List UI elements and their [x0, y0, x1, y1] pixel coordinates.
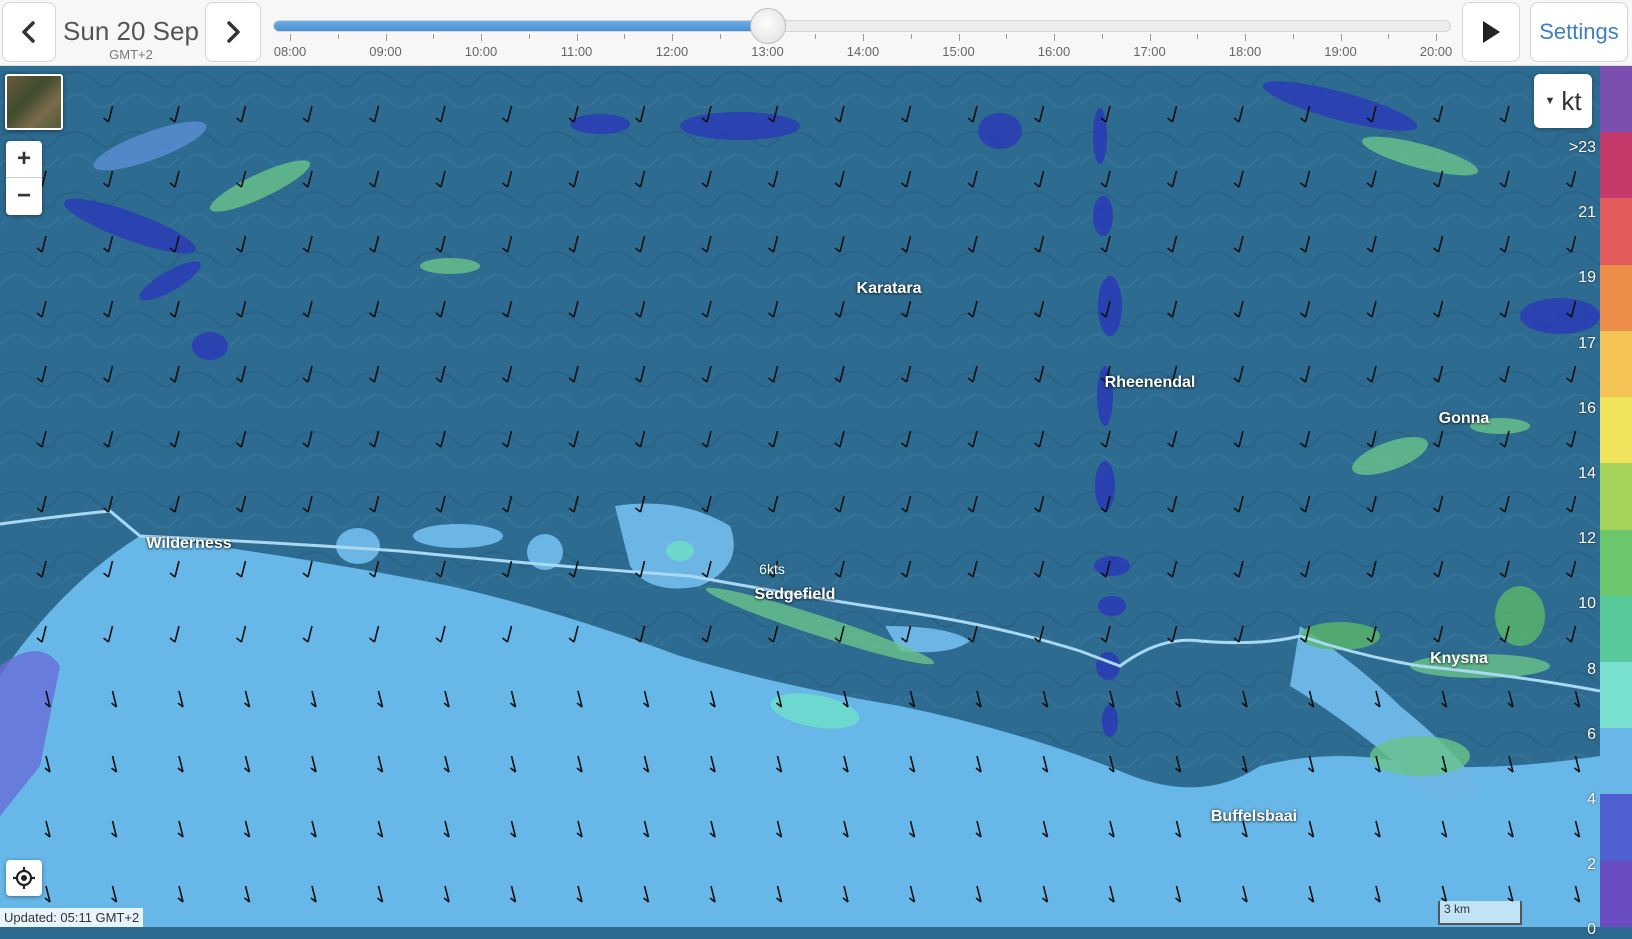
scale-bar: 3 km	[1438, 901, 1522, 925]
map-canvas[interactable]	[0, 66, 1600, 927]
timeline-hour-tick	[481, 34, 482, 41]
caret-down-icon: ▼	[1544, 95, 1556, 107]
legend-color-band	[1600, 397, 1632, 464]
timeline-hour-label[interactable]: 13:00	[751, 44, 784, 59]
wind-speed-readout: 6kts	[759, 561, 785, 577]
chevron-right-icon	[227, 21, 240, 43]
legend-value-label: 19	[1578, 269, 1596, 287]
legend-value-label: >23	[1568, 139, 1596, 156]
legend-color-band	[1600, 330, 1632, 398]
timeline-hour-label[interactable]: 11:00	[561, 44, 593, 59]
timeline-hour-label[interactable]: 14:00	[847, 44, 880, 59]
chevron-left-icon	[22, 21, 35, 43]
timeline-hour-label[interactable]: 17:00	[1133, 44, 1166, 59]
timeline-hour-tick	[576, 34, 578, 41]
legend-value-label: 4	[1587, 791, 1596, 808]
timeline-hour-tick	[290, 34, 291, 41]
legend-value-label: 21	[1578, 204, 1596, 222]
timeline-half-tick	[1388, 34, 1390, 39]
legend-color-band	[1600, 132, 1632, 199]
crosshair-icon	[13, 867, 35, 889]
legend-value-label: 8	[1587, 660, 1596, 678]
timeline-hour-tick	[1149, 34, 1151, 41]
place-label-wilderness: Wilderness	[146, 535, 232, 552]
place-label-knysna: Knysna	[1430, 650, 1488, 667]
legend-color-band	[1600, 529, 1632, 596]
legend-color-band	[1600, 463, 1632, 530]
date-label: Sun 20 Sep	[63, 16, 199, 46]
timeline-hour-tick	[1245, 34, 1246, 41]
timeline-half-tick	[337, 34, 339, 39]
timeline-progress	[274, 21, 769, 31]
settings-button[interactable]: Settings	[1530, 2, 1628, 62]
legend-value-label: 14	[1578, 465, 1596, 482]
legend-value-label: 2	[1587, 856, 1596, 874]
zoom-control: + −	[6, 141, 42, 215]
timeline-hour-label[interactable]: 20:00	[1420, 44, 1453, 59]
timeline-track[interactable]	[273, 20, 1451, 32]
legend-color-band	[1600, 595, 1632, 662]
timeline-hour-label[interactable]: 16:00	[1038, 44, 1071, 59]
timeline-half-tick	[910, 34, 912, 39]
timeline-half-tick	[1101, 34, 1103, 39]
place-label-gonna: Gonna	[1438, 410, 1490, 427]
legend-color-band	[1600, 198, 1632, 265]
timeline-hour-tick	[1054, 34, 1055, 41]
unit-selector[interactable]: ▼ kt	[1534, 74, 1592, 128]
legend-value-label: 12	[1578, 530, 1596, 548]
date-display: Sun 20 Sep GMT+2	[60, 4, 202, 62]
updated-timestamp: Updated: 05:11 GMT+2	[0, 908, 144, 927]
legend-value-label: 6	[1587, 725, 1596, 743]
legend-color-band	[1600, 794, 1632, 861]
timeline-hour-tick	[672, 34, 673, 41]
timeline-hour-label[interactable]: 15:00	[942, 44, 975, 59]
timeline-hour-label[interactable]: 18:00	[1229, 44, 1262, 59]
place-label-sedgefield: Sedgefield	[754, 586, 836, 603]
timezone-label: GMT+2	[109, 47, 153, 62]
place-label-karatara: Karatara	[856, 280, 922, 297]
timeline-hour-label[interactable]: 19:00	[1324, 44, 1357, 59]
legend-color-band	[1600, 661, 1632, 729]
unit-label: kt	[1561, 85, 1582, 116]
timeline-thumb[interactable]	[749, 8, 786, 44]
locate-button[interactable]	[6, 860, 42, 896]
timeline-half-tick	[1292, 34, 1294, 39]
timeline-hour-tick	[385, 34, 387, 41]
place-label-buffelsbaai: Buffelsbaai	[1210, 808, 1298, 825]
timeline-half-tick	[815, 34, 817, 39]
timeline-hour-tick	[863, 34, 864, 41]
timeline-hour-tick	[1436, 34, 1437, 41]
play-icon	[1483, 21, 1500, 43]
map-view[interactable]: Wilderness Sedgefield Karatara Rheenenda…	[0, 66, 1600, 927]
wind-speed-legend	[1600, 66, 1632, 927]
legend-color-band	[1600, 728, 1632, 795]
legend-color-band	[1600, 264, 1632, 331]
timeline-half-tick	[1006, 34, 1008, 39]
timeline-half-tick	[624, 34, 626, 39]
play-button[interactable]	[1462, 2, 1520, 62]
legend-color-band	[1600, 860, 1632, 927]
top-bar: Sun 20 Sep GMT+2 08:00 09:00 10:00 11:00 12:…	[0, 0, 1632, 66]
zoom-out-button[interactable]: −	[6, 178, 42, 214]
layer-switcher-button[interactable]	[5, 74, 63, 130]
place-label-rheenendal: Rheenendal	[1104, 374, 1196, 391]
timeline-hour-label[interactable]: 12:00	[656, 44, 689, 59]
timeline-half-tick	[719, 34, 721, 39]
legend-value-label: 16	[1578, 399, 1596, 417]
legend-value-label: 17	[1578, 334, 1596, 352]
timeline-half-tick	[1197, 34, 1199, 39]
legend-value-label: 0	[1587, 921, 1596, 939]
timeline-hour-tick	[958, 34, 960, 41]
legend-color-band	[1600, 66, 1632, 133]
timeline-hour-tick	[1340, 34, 1342, 41]
timeline-hour-label[interactable]: 09:00	[369, 44, 402, 59]
zoom-in-button[interactable]: +	[6, 141, 42, 177]
prev-day-button[interactable]	[2, 2, 56, 62]
timeline-hour-label[interactable]: 10:00	[465, 44, 498, 59]
legend-value-label: 10	[1578, 595, 1596, 613]
next-day-button[interactable]	[205, 2, 261, 62]
timeline-half-tick	[528, 34, 530, 39]
timeline-hour-label[interactable]: 08:00	[274, 44, 307, 59]
timeline-half-tick	[433, 34, 435, 39]
